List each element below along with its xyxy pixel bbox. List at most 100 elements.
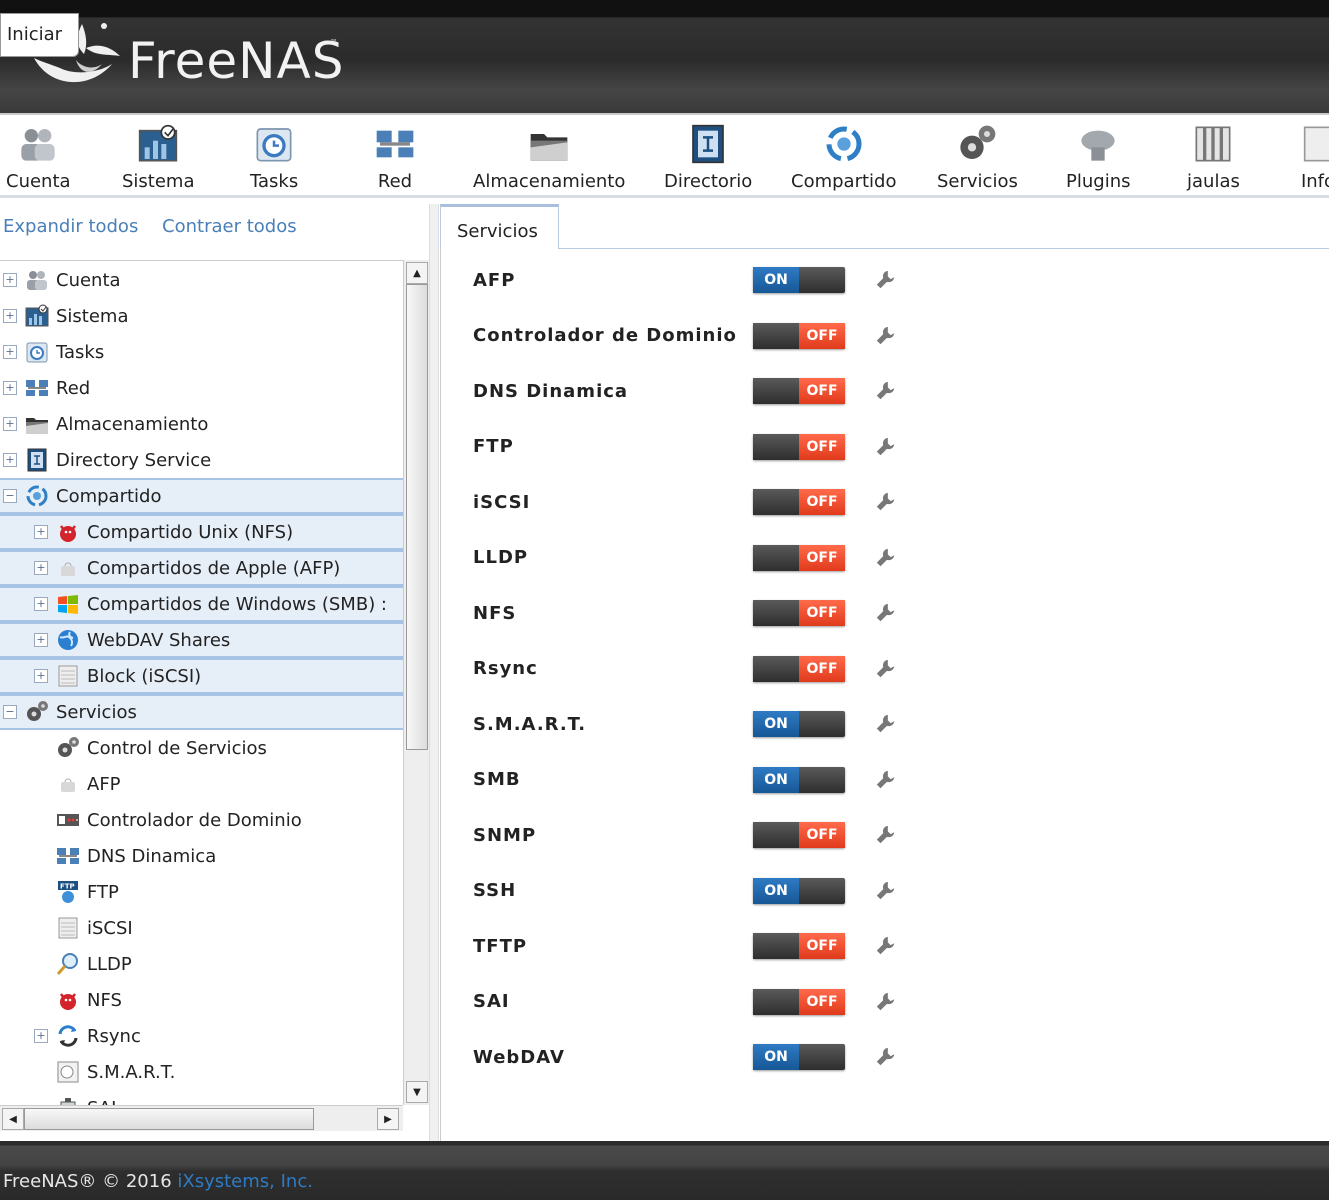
expand-icon[interactable]: + (3, 417, 17, 431)
service-toggle[interactable]: OFF (753, 655, 845, 682)
wrench-icon[interactable] (873, 989, 899, 1015)
expand-icon[interactable]: + (34, 525, 48, 539)
toolbar-item-almacenamiento[interactable]: Almacenamiento (473, 123, 625, 192)
tree-item[interactable]: SAI (0, 1090, 403, 1105)
tree-item-label: S.M.A.R.T. (87, 1061, 176, 1083)
toolbar-item-directorio[interactable]: Directorio (664, 123, 752, 192)
expand-icon[interactable]: + (34, 561, 48, 575)
service-toggle[interactable]: OFF (753, 544, 845, 571)
service-name: AFP (473, 269, 516, 291)
toolbar-item-info[interactable]: Info (1297, 123, 1329, 192)
tree-item[interactable]: + Rsync (0, 1018, 403, 1054)
service-toggle[interactable]: ON (753, 766, 845, 793)
tree-horizontal-scrollbar[interactable]: ◀ ▶ (0, 1105, 403, 1131)
tree-item[interactable]: iSCSI (0, 910, 403, 946)
company-link[interactable]: iXsystems, Inc. (177, 1171, 313, 1192)
tree-item[interactable]: − Compartido (0, 478, 403, 514)
service-toggle[interactable]: ON (753, 711, 845, 737)
tree-item[interactable]: AFP (0, 766, 403, 802)
collapse-icon[interactable]: − (3, 489, 17, 503)
tree-item[interactable]: + Cuenta (0, 262, 403, 298)
expand-icon[interactable]: + (3, 273, 17, 287)
tree-item[interactable]: Controlador de Dominio (0, 802, 403, 838)
tree-item[interactable]: FTP FTP (0, 874, 403, 910)
scroll-right-arrow-icon[interactable]: ▶ (377, 1108, 399, 1130)
toolbar-item-tasks[interactable]: Tasks (250, 123, 298, 192)
service-toggle[interactable]: OFF (753, 489, 845, 515)
tree-item[interactable]: + Directory Service (0, 442, 403, 478)
service-toggle[interactable]: ON (753, 267, 845, 293)
tree-vertical-scrollbar[interactable]: ▲ ▼ (403, 260, 429, 1105)
expand-icon[interactable]: + (34, 597, 48, 611)
scroll-left-arrow-icon[interactable]: ◀ (2, 1108, 24, 1130)
expand-icon[interactable]: + (3, 309, 17, 323)
wrench-icon[interactable] (873, 267, 899, 293)
tree-item-label: Cuenta (56, 269, 121, 291)
wrench-icon[interactable] (873, 434, 899, 460)
iniciar-button[interactable]: Iniciar (0, 13, 79, 57)
tab-divider (558, 248, 1329, 249)
expand-icon[interactable]: + (34, 669, 48, 683)
tree-item[interactable]: NFS (0, 982, 403, 1018)
tree-item[interactable]: + Almacenamiento (0, 406, 403, 442)
tree-item[interactable]: + Compartidos de Apple (AFP) (0, 550, 403, 586)
wrench-icon[interactable] (873, 933, 899, 959)
service-toggle[interactable]: OFF (753, 600, 845, 626)
wrench-icon[interactable] (873, 878, 899, 904)
service-toggle[interactable]: ON (753, 877, 845, 904)
service-toggle[interactable]: OFF (753, 822, 845, 848)
service-toggle[interactable]: OFF (753, 933, 845, 959)
scroll-down-arrow-icon[interactable]: ▼ (406, 1081, 428, 1103)
tree-item[interactable]: LLDP (0, 946, 403, 982)
tree-item[interactable]: DNS Dinamica (0, 838, 403, 874)
service-toggle[interactable]: OFF (753, 988, 845, 1015)
tree-item[interactable]: − Servicios (0, 694, 403, 730)
wrench-icon[interactable] (873, 1044, 899, 1070)
tab-servicios[interactable]: Servicios (440, 204, 559, 249)
tree-item-label: Controlador de Dominio (87, 809, 302, 831)
wrench-icon[interactable] (873, 767, 899, 793)
top-bar (0, 0, 1329, 17)
toolbar-item-compartido[interactable]: Compartido (791, 123, 896, 192)
toolbar-item-cuenta[interactable]: Cuenta (6, 123, 71, 192)
expand-icon[interactable]: + (3, 453, 17, 467)
expand-icon[interactable]: + (3, 381, 17, 395)
wrench-icon[interactable] (873, 323, 899, 349)
wrench-icon[interactable] (873, 489, 899, 515)
toolbar-item-plugins[interactable]: Plugins (1066, 123, 1130, 192)
tree-item[interactable]: + Sistema (0, 298, 403, 334)
expand-icon[interactable]: + (34, 1029, 48, 1043)
wrench-icon[interactable] (873, 656, 899, 682)
scroll-up-arrow-icon[interactable]: ▲ (406, 262, 428, 284)
expand-icon[interactable]: + (34, 633, 48, 647)
toolbar-item-red[interactable]: Red (374, 123, 416, 192)
tree-item[interactable]: + Red (0, 370, 403, 406)
tree-item[interactable]: + Compartidos de Windows (SMB) : (0, 586, 403, 622)
tree-item[interactable]: Control de Servicios (0, 730, 403, 766)
calendar-clock-icon (25, 340, 49, 364)
tree-item[interactable]: + WebDAV Shares (0, 622, 403, 658)
horizontal-scroll-thumb[interactable] (24, 1108, 314, 1130)
wrench-icon[interactable] (873, 711, 899, 737)
expand-all-link[interactable]: Expandir todos (3, 216, 138, 237)
collapse-icon[interactable]: − (3, 705, 17, 719)
toolbar-item-servicios[interactable]: Servicios (937, 123, 1018, 192)
tree-item[interactable]: S.M.A.R.T. (0, 1054, 403, 1090)
toolbar-item-sistema[interactable]: Sistema (122, 123, 195, 192)
tree-item[interactable]: + Compartido Unix (NFS) (0, 514, 403, 550)
service-toggle[interactable]: ON (753, 1044, 845, 1070)
wrench-icon[interactable] (873, 600, 899, 626)
collapse-all-link[interactable]: Contraer todos (162, 216, 297, 237)
wrench-icon[interactable] (873, 378, 899, 404)
expand-icon[interactable]: + (3, 345, 17, 359)
vertical-scroll-thumb[interactable] (406, 284, 428, 750)
tree-item[interactable]: + Block (iSCSI) (0, 658, 403, 694)
wrench-icon[interactable] (873, 545, 899, 571)
service-toggle[interactable]: OFF (753, 378, 845, 404)
service-toggle[interactable]: OFF (753, 322, 845, 349)
wrench-icon[interactable] (873, 822, 899, 848)
tree-item[interactable]: + Tasks (0, 334, 403, 370)
service-toggle[interactable]: OFF (753, 433, 845, 460)
toolbar-item-jaulas[interactable]: jaulas (1187, 123, 1240, 192)
panel-splitter[interactable] (429, 204, 439, 1141)
